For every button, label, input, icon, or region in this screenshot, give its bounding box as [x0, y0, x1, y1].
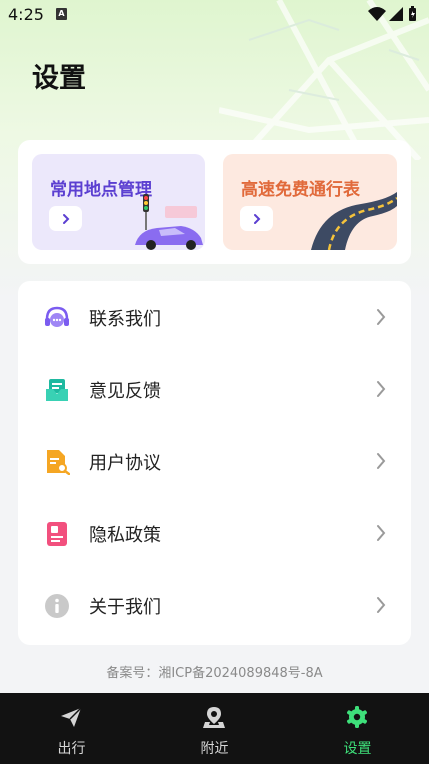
menu-item-label: 用户协议 — [89, 453, 161, 474]
menu-item-label: 隐私政策 — [89, 525, 161, 546]
frequent-places-button[interactable] — [49, 206, 82, 231]
highway-free-button[interactable] — [240, 206, 273, 231]
menu-item-about[interactable]: 关于我们 — [18, 569, 411, 641]
frequent-places-tile[interactable]: 常用地点管理 — [32, 154, 205, 250]
chevron-right-icon — [377, 309, 386, 325]
bottom-tab-bar: 出行 附近 设置 — [0, 693, 429, 764]
tab-label: 附近 — [200, 741, 229, 757]
menu-item-feedback[interactable]: 意见反馈 — [18, 353, 411, 425]
status-time: 4:25 — [8, 5, 44, 24]
status-indicators — [367, 5, 419, 27]
tab-settings[interactable]: 设置 — [286, 693, 429, 764]
chevron-right-icon — [377, 525, 386, 541]
sim-icon: A — [56, 8, 67, 20]
car-traffic-light-illustration — [135, 194, 203, 250]
map-pin-icon — [203, 707, 225, 728]
wifi-icon — [368, 7, 386, 21]
info-icon — [45, 594, 69, 618]
battery-icon — [409, 6, 416, 21]
tab-travel[interactable]: 出行 — [0, 693, 143, 764]
settings-menu: 联系我们 意见反馈 用户协议 隐私政策 关于我们 — [18, 281, 411, 645]
page-title: 设置 — [32, 63, 86, 94]
paper-plane-icon — [61, 707, 82, 727]
chevron-right-icon — [377, 453, 386, 469]
tab-label: 出行 — [57, 741, 86, 757]
headset-chat-icon — [45, 306, 69, 327]
sim-label: A — [58, 9, 65, 18]
shortcut-card: 常用地点管理 高速免费通行表 — [18, 140, 411, 264]
chevron-right-icon — [377, 381, 386, 397]
chevron-right-icon — [253, 213, 260, 224]
tab-nearby[interactable]: 附近 — [143, 693, 286, 764]
menu-item-label: 意见反馈 — [89, 381, 161, 402]
chevron-right-icon — [62, 213, 69, 224]
menu-item-label: 关于我们 — [89, 597, 161, 618]
menu-item-label: 联系我们 — [89, 309, 161, 330]
document-search-icon — [47, 450, 70, 475]
feedback-inbox-icon — [46, 379, 68, 401]
highway-road-illustration — [311, 192, 397, 250]
chevron-right-icon — [377, 597, 386, 613]
highway-free-tile[interactable]: 高速免费通行表 — [223, 154, 397, 250]
menu-item-user-agreement[interactable]: 用户协议 — [18, 425, 411, 497]
privacy-card-icon — [47, 522, 67, 546]
status-bar: 4:25 A — [0, 0, 429, 30]
tab-label: 设置 — [343, 741, 372, 757]
signal-icon — [389, 7, 403, 21]
icp-registration: 备案号：湘ICP备2024089848号-8A — [106, 666, 323, 681]
menu-item-privacy[interactable]: 隐私政策 — [18, 497, 411, 569]
menu-item-contact[interactable]: 联系我们 — [18, 281, 411, 353]
gear-icon — [347, 706, 367, 728]
